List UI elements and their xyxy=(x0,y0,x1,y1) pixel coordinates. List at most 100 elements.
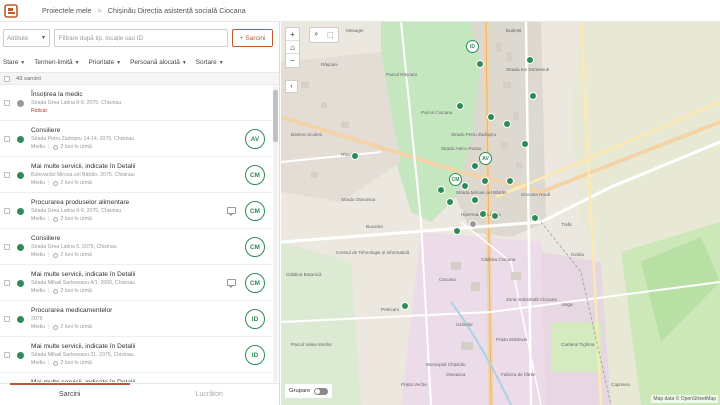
map-label: Cădirea Ciocana xyxy=(481,257,516,262)
task-marker[interactable] xyxy=(471,196,479,204)
filter-deadline[interactable]: Termen-limită ▼ xyxy=(34,59,79,66)
clock-icon xyxy=(52,288,58,294)
task-marker[interactable] xyxy=(446,198,454,206)
scrollbar-thumb[interactable] xyxy=(273,90,278,142)
comment-icon[interactable] xyxy=(227,279,236,288)
task-marker[interactable] xyxy=(476,60,484,68)
search-icon[interactable]: ⌕ xyxy=(314,31,318,39)
zoom-out-button[interactable]: − xyxy=(286,54,299,67)
task-row[interactable]: Mai multe servicii, indicate în Detalii S… xyxy=(0,266,272,301)
task-marker[interactable] xyxy=(506,177,514,185)
task-address: Strada Grea Latina 5, 2075, Chisinau xyxy=(31,244,117,250)
task-title: Însoțirea la medic xyxy=(31,91,83,98)
add-task-button[interactable]: + Sarcini xyxy=(232,29,273,47)
task-checkbox[interactable] xyxy=(4,100,10,106)
clock-icon xyxy=(52,324,58,330)
task-row[interactable]: Mai multe servicii, indicate în Detalii B… xyxy=(0,158,272,193)
clock-icon xyxy=(52,144,58,150)
task-title: Procurarea produselor alimentare xyxy=(31,199,130,206)
task-row[interactable]: Mai multe servicii, indicate în Detalii S… xyxy=(0,338,272,373)
task-marker[interactable] xyxy=(481,177,489,185)
clock-icon xyxy=(52,360,58,366)
assignee-avatar[interactable]: CM xyxy=(245,165,265,185)
map-view[interactable]: Mesager Parcul Ciocana Parcul Râșcani Râ… xyxy=(281,22,720,405)
filter-priority[interactable]: Prioritate ▼ xyxy=(89,59,122,66)
map-label: Strada Ion Dumeniuk xyxy=(506,67,550,72)
task-marker[interactable] xyxy=(471,162,479,170)
task-list-scrollbar[interactable] xyxy=(273,86,278,382)
assignee-avatar[interactable]: CM xyxy=(245,201,265,221)
task-title: Consiliere xyxy=(31,127,61,134)
breadcrumb-current-project: Chișinău Direcția asistență socială Cioc… xyxy=(107,6,246,15)
task-meta: Mediu | 2 luni în urmă xyxy=(31,324,92,330)
task-row[interactable]: Consiliere Strada Petru Zadnipru 14-14, 2… xyxy=(0,122,272,157)
app-logo[interactable] xyxy=(0,0,22,22)
task-marker[interactable] xyxy=(456,102,464,110)
worker-marker[interactable]: ID xyxy=(466,40,479,53)
collapse-panel-button[interactable]: ‹ xyxy=(285,80,298,93)
chevron-down-icon: ▼ xyxy=(116,59,122,66)
assignee-avatar[interactable]: ID xyxy=(245,309,265,329)
select-all-checkbox[interactable] xyxy=(4,75,10,82)
map-label: Râșcani xyxy=(321,62,338,67)
worker-marker[interactable]: AV xyxy=(479,152,492,165)
filter-input[interactable]: Filtrare după tip, locație sau ID xyxy=(54,29,228,47)
top-bar: Proiectele mele > Chișinău Direcția asis… xyxy=(0,0,720,22)
task-checkbox[interactable] xyxy=(4,172,10,178)
task-marker[interactable] xyxy=(491,212,499,220)
filter-sort[interactable]: Sortare ▼ xyxy=(196,59,224,66)
task-checkbox[interactable] xyxy=(4,352,10,358)
task-marker[interactable] xyxy=(453,227,461,235)
task-row[interactable]: Mai multe servicii, indicate în Detalii xyxy=(0,374,272,382)
status-dot-icon xyxy=(17,244,24,251)
filter-assignee-label: Persoană alocată xyxy=(130,59,180,66)
attributes-select[interactable]: Atribute ▼ xyxy=(3,29,50,47)
tab-tasks[interactable]: Sarcini xyxy=(0,383,140,405)
assignee-avatar[interactable]: CM xyxy=(245,273,265,293)
meta-divider: | xyxy=(48,144,50,150)
task-marker[interactable] xyxy=(529,92,537,100)
task-marker[interactable] xyxy=(521,140,529,148)
task-checkbox[interactable] xyxy=(4,280,10,286)
task-row[interactable]: Consiliere Strada Grea Latina 5, 2075, Ch… xyxy=(0,230,272,265)
clock-icon xyxy=(52,252,58,258)
task-marker[interactable] xyxy=(503,120,511,128)
task-row[interactable]: Procurarea produselor alimentare Strada G… xyxy=(0,194,272,229)
task-marker[interactable] xyxy=(461,182,469,190)
task-checkbox[interactable] xyxy=(4,208,10,214)
task-checkbox[interactable] xyxy=(4,136,10,142)
task-marker[interactable] xyxy=(526,56,534,64)
task-count-row: 43 sarcini xyxy=(0,72,279,85)
task-marker[interactable] xyxy=(479,210,487,218)
map-label: Parcul Râșcani xyxy=(386,72,417,77)
task-checkbox[interactable] xyxy=(4,244,10,250)
task-marker[interactable] xyxy=(351,152,359,160)
select-area-icon[interactable]: ⬚ xyxy=(327,31,334,39)
task-marker[interactable] xyxy=(487,113,495,121)
task-address: 2075 xyxy=(31,316,43,322)
task-row[interactable]: Procurarea medicamentelor 2075 Mediu | 2 lun… xyxy=(0,302,272,337)
assignee-avatar[interactable]: ID xyxy=(245,345,265,365)
grouping-toggle[interactable] xyxy=(314,387,329,395)
filter-assignee[interactable]: Persoană alocată ▼ xyxy=(130,59,187,66)
task-marker[interactable] xyxy=(531,214,539,222)
task-marker[interactable] xyxy=(469,220,477,228)
task-checkbox[interactable] xyxy=(4,316,10,322)
task-address: Strada Mihail Sadoveanu 21, 2075, Chisin… xyxy=(31,352,134,358)
task-row[interactable]: Însoțirea la medic Strada Grea Latina 9-9… xyxy=(0,86,272,121)
zoom-in-button[interactable]: + xyxy=(286,28,299,41)
task-count: 43 sarcini xyxy=(16,75,41,82)
task-marker[interactable] xyxy=(401,302,409,310)
map-label: Strada Alecu Russo xyxy=(441,146,482,151)
task-time: 2 luni în urmă xyxy=(60,252,92,258)
worker-marker[interactable]: CM xyxy=(449,173,462,186)
filter-status[interactable]: Stare ▼ xyxy=(3,59,25,66)
home-icon[interactable]: ⌂ xyxy=(286,41,299,54)
task-marker[interactable] xyxy=(437,186,445,194)
task-priority: Mediu xyxy=(31,360,46,366)
comment-icon[interactable] xyxy=(227,207,236,216)
assignee-avatar[interactable]: CM xyxy=(245,237,265,257)
assignee-avatar[interactable]: AV xyxy=(245,129,265,149)
tab-workers[interactable]: Lucrători xyxy=(140,384,280,405)
breadcrumb-my-projects[interactable]: Proiectele mele xyxy=(42,6,92,15)
